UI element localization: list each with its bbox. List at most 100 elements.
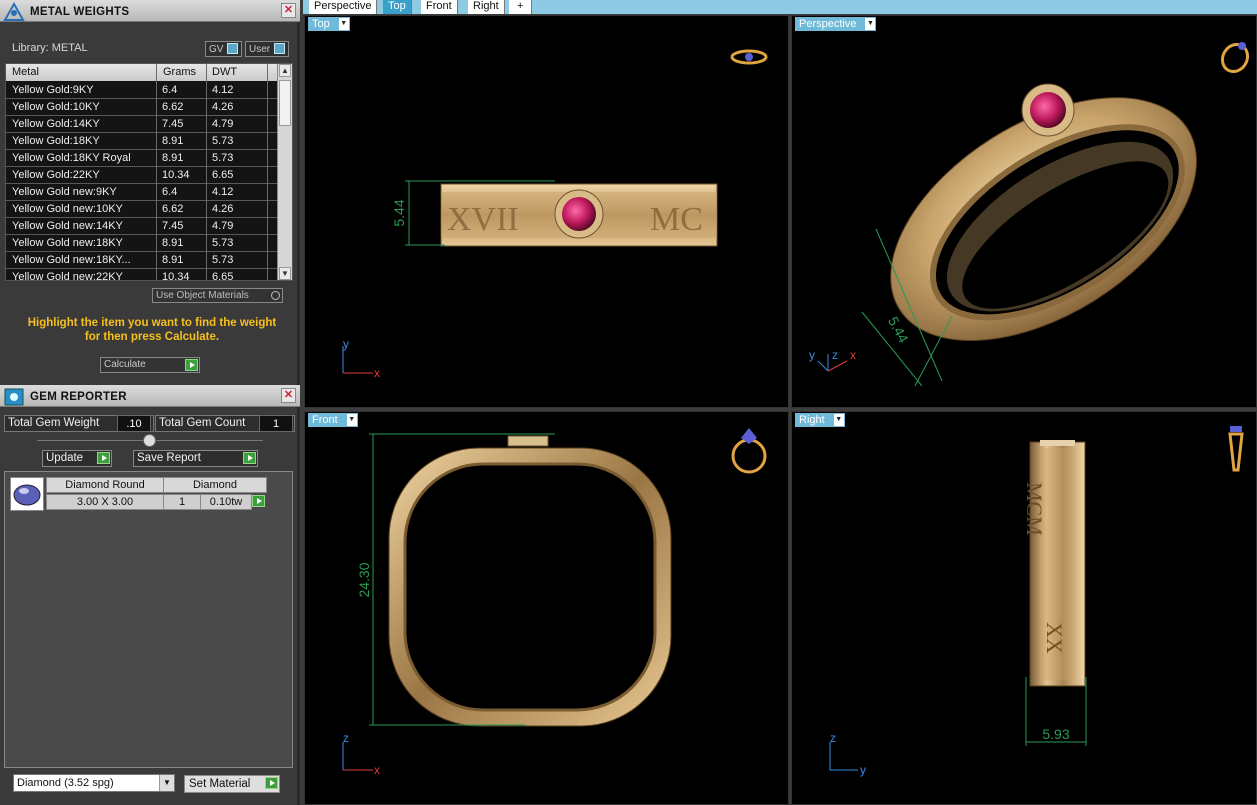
gem-material: Diamond (163, 477, 267, 493)
metal-table-scrollbar[interactable]: ▲ ▼ (277, 64, 292, 280)
axis-y-label: y (343, 337, 349, 351)
calculate-button[interactable]: Calculate (100, 357, 200, 373)
grams-cell: 6.62 (162, 101, 184, 113)
close-icon[interactable]: ✕ (281, 3, 296, 18)
axis-x-label: x (374, 366, 380, 380)
metal-cell: Yellow Gold new:9KY (12, 186, 117, 198)
col-dwt[interactable]: DWT (212, 66, 237, 78)
total-gem-weight-value: .10 (117, 415, 151, 432)
table-row[interactable]: Yellow Gold:22KY 10.34 6.65 (6, 167, 278, 184)
splitter-handle[interactable] (143, 434, 156, 447)
use-object-materials-toggle[interactable]: Use Object Materials (152, 288, 283, 303)
round-gem-icon (10, 477, 44, 511)
viewport-label-perspective[interactable]: Perspective ▼ (795, 17, 877, 31)
table-row[interactable]: Yellow Gold:14KY 7.45 4.79 (6, 116, 278, 133)
viewport-right[interactable]: MCM XX 5.93 z y Right ▼ (791, 411, 1257, 805)
dwt-cell: 5.73 (212, 254, 234, 266)
metal-table[interactable]: Metal Grams DWT Yellow Gold:9KY 6.4 4.12 Ye… (5, 63, 293, 281)
gv-toggle[interactable]: GV (205, 41, 243, 57)
axis-z-label: z (830, 731, 836, 745)
column-divider (267, 64, 268, 280)
dwt-cell: 5.73 (212, 237, 234, 249)
tab-right[interactable]: Right (468, 0, 505, 14)
svg-text:MCM: MCM (1022, 482, 1047, 536)
tab-top[interactable]: Top (383, 0, 412, 14)
user-info-icon (274, 43, 286, 54)
dwt-cell: 6.65 (212, 271, 234, 281)
tab-front[interactable]: Front (421, 0, 458, 14)
table-row[interactable]: Yellow Gold new:10KY 6.62 4.26 (6, 201, 278, 218)
hint-text: Highlight the item you want to find the … (12, 316, 292, 344)
table-row[interactable]: Yellow Gold:18KY Royal 8.91 5.73 (6, 150, 278, 167)
metal-weights-header: METAL WEIGHTS ✕ (0, 0, 300, 22)
user-toggle[interactable]: User (245, 41, 290, 57)
dwt-cell: 4.26 (212, 101, 234, 113)
close-icon[interactable]: ✕ (281, 388, 296, 403)
metal-cell: Yellow Gold new:14KY (12, 220, 123, 232)
metal-cell: Yellow Gold:14KY (12, 118, 100, 130)
table-row[interactable]: Yellow Gold new:18KY... 8.91 5.73 (6, 252, 278, 269)
metal-cell: Yellow Gold:10KY (12, 101, 100, 113)
use-object-materials-label: Use Object Materials (156, 290, 249, 301)
play-arrow-icon (265, 777, 278, 789)
table-row[interactable]: Yellow Gold new:18KY 8.91 5.73 (6, 235, 278, 252)
svg-text:XX: XX (1042, 622, 1067, 654)
gem-row[interactable]: Diamond Round Diamond 3.00 X 3.00 1 0.10… (10, 477, 268, 511)
viewport-top[interactable]: XVII MC 5.44 y x Top ▼ (304, 15, 789, 408)
update-label: Update (46, 452, 84, 464)
save-report-label: Save Report (137, 452, 201, 464)
axis-y-label: y (809, 348, 815, 362)
left-panel: METAL WEIGHTS ✕ Library: METAL GV User M… (0, 0, 300, 805)
table-row[interactable]: Yellow Gold new:14KY 7.45 4.79 (6, 218, 278, 235)
update-button[interactable]: Update (42, 450, 112, 467)
grams-cell: 8.91 (162, 254, 184, 266)
viewport-label-right[interactable]: Right ▼ (795, 413, 845, 427)
scroll-up-icon[interactable]: ▲ (279, 64, 291, 77)
table-row[interactable]: Yellow Gold:9KY 6.4 4.12 (6, 82, 278, 99)
top-view-canvas: XVII MC 5.44 y x (342, 49, 768, 380)
library-label: Library: METAL (12, 42, 88, 54)
table-row[interactable]: Yellow Gold new:9KY 6.4 4.12 (6, 184, 278, 201)
viewport-label-top[interactable]: Top ▼ (308, 17, 350, 31)
viewport-label-front-text: Front (312, 414, 338, 426)
scroll-thumb[interactable] (279, 80, 291, 126)
metal-cell: Yellow Gold:18KY Royal (12, 152, 131, 164)
gem-reporter-header: GEM REPORTER ✕ (0, 385, 300, 407)
viewport-label-front[interactable]: Front ▼ (308, 413, 358, 427)
set-material-button[interactable]: Set Material (184, 775, 280, 793)
table-row[interactable]: Yellow Gold:10KY 6.62 4.26 (6, 99, 278, 116)
viewport-front[interactable]: 24.30 z x Front ▼ (304, 411, 789, 805)
col-grams[interactable]: Grams (163, 66, 196, 78)
grams-cell: 8.91 (162, 152, 184, 164)
material-select-value: Diamond (3.52 spg) (17, 777, 114, 789)
chevron-down-icon: ▼ (338, 18, 349, 30)
viewport-perspective[interactable]: 5.44 y z x Perspective ▼ (791, 15, 1257, 408)
column-divider (206, 64, 207, 280)
right-view-canvas: MCM XX 5.93 z y (829, 426, 1244, 777)
axis-z-label: z (832, 348, 838, 362)
axis-gizmo: y z x (809, 348, 856, 372)
grams-cell: 10.34 (162, 169, 190, 181)
scale-icon (3, 1, 25, 22)
table-row[interactable]: Yellow Gold new:22KY 10.34 6.65 (6, 269, 278, 281)
chevron-down-icon: ▼ (346, 414, 357, 426)
material-select[interactable]: Diamond (3.52 spg) ▼ (13, 774, 175, 792)
dwt-cell: 4.12 (212, 186, 234, 198)
gem-detail-arrow-icon[interactable] (252, 495, 265, 507)
svg-text:MC: MC (650, 201, 703, 238)
grams-cell: 6.62 (162, 203, 184, 215)
viewport-tabs: Perspective Top Front Right + (303, 0, 1257, 14)
gem-size: 3.00 X 3.00 (46, 494, 164, 510)
dwt-cell: 4.12 (212, 84, 234, 96)
table-row[interactable]: Yellow Gold:18KY 8.91 5.73 (6, 133, 278, 150)
save-report-button[interactable]: Save Report (133, 450, 258, 467)
axis-gizmo: z x (342, 731, 380, 777)
tab-perspective[interactable]: Perspective (309, 0, 378, 14)
add-tab-button[interactable]: + (509, 0, 533, 14)
col-metal[interactable]: Metal (12, 66, 39, 78)
scroll-down-icon[interactable]: ▼ (279, 267, 291, 280)
user-label: User (249, 44, 271, 55)
viewport-label-perspective-text: Perspective (799, 18, 857, 30)
total-gem-count-value: 1 (259, 415, 293, 432)
viewport-label-top-text: Top (312, 18, 330, 30)
